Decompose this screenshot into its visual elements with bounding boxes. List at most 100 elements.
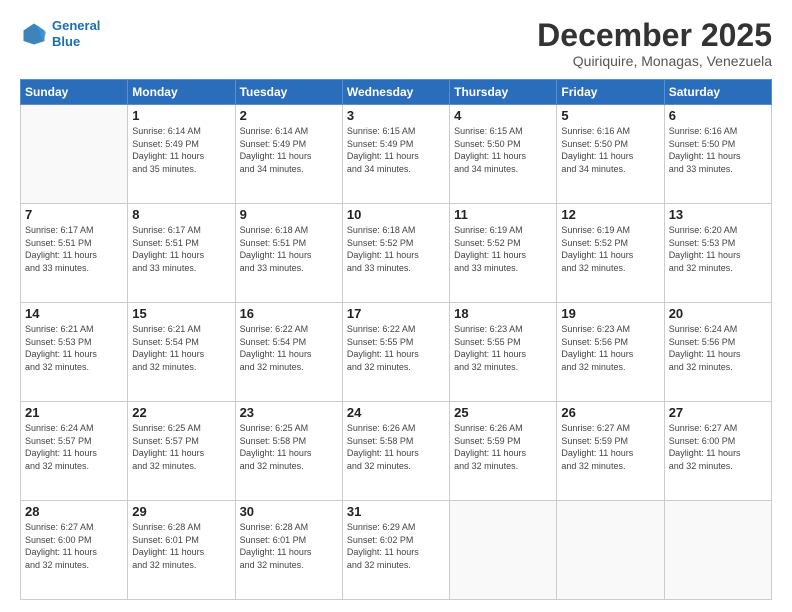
cell-day-number: 28	[25, 504, 123, 519]
cell-day-number: 24	[347, 405, 445, 420]
cell-day-number: 13	[669, 207, 767, 222]
cell-day-number: 20	[669, 306, 767, 321]
calendar-week-1: 1Sunrise: 6:14 AM Sunset: 5:49 PM Daylig…	[21, 105, 772, 204]
logo: General Blue	[20, 18, 100, 49]
calendar-cell: 31 Sunrise: 6:29 AM Sunset: 6:02 PM Dayli…	[342, 501, 449, 600]
cell-day-number: 31	[347, 504, 445, 519]
calendar-cell: 26 Sunrise: 6:27 AM Sunset: 5:59 PM Dayli…	[557, 402, 664, 501]
calendar-cell: 18 Sunrise: 6:23 AM Sunset: 5:55 PM Dayli…	[450, 303, 557, 402]
cell-day-number: 22	[132, 405, 230, 420]
cell-day-number: 25	[454, 405, 552, 420]
cell-day-number: 12	[561, 207, 659, 222]
weekday-header-friday: Friday	[557, 80, 664, 105]
calendar-week-5: 28 Sunrise: 6:27 AM Sunset: 6:00 PM Dayli…	[21, 501, 772, 600]
cell-day-number: 4	[454, 108, 552, 123]
calendar-cell: 10Sunrise: 6:18 AM Sunset: 5:52 PM Dayli…	[342, 204, 449, 303]
calendar-body: 1Sunrise: 6:14 AM Sunset: 5:49 PM Daylig…	[21, 105, 772, 600]
cell-day-number: 30	[240, 504, 338, 519]
cell-day-number: 15	[132, 306, 230, 321]
cell-info: Sunrise: 6:16 AM Sunset: 5:50 PM Dayligh…	[669, 125, 767, 175]
cell-info: Sunrise: 6:21 AM Sunset: 5:54 PM Dayligh…	[132, 323, 230, 373]
cell-info: Sunrise: 6:26 AM Sunset: 5:58 PM Dayligh…	[347, 422, 445, 472]
cell-day-number: 21	[25, 405, 123, 420]
calendar-cell: 16Sunrise: 6:22 AM Sunset: 5:54 PM Dayli…	[235, 303, 342, 402]
calendar-cell	[21, 105, 128, 204]
cell-day-number: 11	[454, 207, 552, 222]
cell-info: Sunrise: 6:15 AM Sunset: 5:49 PM Dayligh…	[347, 125, 445, 175]
cell-info: Sunrise: 6:15 AM Sunset: 5:50 PM Dayligh…	[454, 125, 552, 175]
location: Quiriquire, Monagas, Venezuela	[537, 53, 772, 69]
calendar-header-row: SundayMondayTuesdayWednesdayThursdayFrid…	[21, 80, 772, 105]
cell-day-number: 3	[347, 108, 445, 123]
weekday-header-saturday: Saturday	[664, 80, 771, 105]
calendar-week-2: 7 Sunrise: 6:17 AM Sunset: 5:51 PM Daylig…	[21, 204, 772, 303]
logo-text: General Blue	[52, 18, 100, 49]
weekday-header-wednesday: Wednesday	[342, 80, 449, 105]
calendar-cell: 5Sunrise: 6:16 AM Sunset: 5:50 PM Daylig…	[557, 105, 664, 204]
calendar-cell: 20Sunrise: 6:24 AM Sunset: 5:56 PM Dayli…	[664, 303, 771, 402]
calendar-cell: 7Sunrise: 6:17 AM Sunset: 5:51 PM Daylig…	[21, 204, 128, 303]
calendar-cell: 6Sunrise: 6:16 AM Sunset: 5:50 PM Daylig…	[664, 105, 771, 204]
calendar-cell: 3 Sunrise: 6:15 AM Sunset: 5:49 PM Daylig…	[342, 105, 449, 204]
cell-info: Sunrise: 6:25 AM Sunset: 5:58 PM Dayligh…	[240, 422, 338, 472]
page: General Blue December 2025 Quiriquire, M…	[0, 0, 792, 612]
cell-day-number: 26	[561, 405, 659, 420]
cell-day-number: 8	[132, 207, 230, 222]
cell-day-number: 2	[240, 108, 338, 123]
cell-info: Sunrise: 6:14 AM Sunset: 5:49 PM Dayligh…	[240, 125, 338, 175]
calendar-cell: 21Sunrise: 6:24 AM Sunset: 5:57 PM Dayli…	[21, 402, 128, 501]
calendar-cell: 2 Sunrise: 6:14 AM Sunset: 5:49 PM Daylig…	[235, 105, 342, 204]
cell-day-number: 10	[347, 207, 445, 222]
calendar-cell: 13Sunrise: 6:20 AM Sunset: 5:53 PM Dayli…	[664, 204, 771, 303]
calendar-cell	[557, 501, 664, 600]
logo-icon	[20, 20, 48, 48]
calendar-cell: 9Sunrise: 6:18 AM Sunset: 5:51 PM Daylig…	[235, 204, 342, 303]
cell-info: Sunrise: 6:19 AM Sunset: 5:52 PM Dayligh…	[561, 224, 659, 274]
cell-info: Sunrise: 6:21 AM Sunset: 5:53 PM Dayligh…	[25, 323, 123, 373]
calendar-cell: 25 Sunrise: 6:26 AM Sunset: 5:59 PM Dayli…	[450, 402, 557, 501]
calendar-cell	[664, 501, 771, 600]
calendar-cell: 28 Sunrise: 6:27 AM Sunset: 6:00 PM Dayli…	[21, 501, 128, 600]
calendar-cell: 27 Sunrise: 6:27 AM Sunset: 6:00 PM Dayli…	[664, 402, 771, 501]
cell-day-number: 5	[561, 108, 659, 123]
cell-info: Sunrise: 6:27 AM Sunset: 5:59 PM Dayligh…	[561, 422, 659, 472]
weekday-header-thursday: Thursday	[450, 80, 557, 105]
calendar-cell: 4 Sunrise: 6:15 AM Sunset: 5:50 PM Daylig…	[450, 105, 557, 204]
calendar-table: SundayMondayTuesdayWednesdayThursdayFrid…	[20, 79, 772, 600]
cell-info: Sunrise: 6:19 AM Sunset: 5:52 PM Dayligh…	[454, 224, 552, 274]
cell-day-number: 7	[25, 207, 123, 222]
cell-info: Sunrise: 6:17 AM Sunset: 5:51 PM Dayligh…	[132, 224, 230, 274]
calendar-cell: 8 Sunrise: 6:17 AM Sunset: 5:51 PM Daylig…	[128, 204, 235, 303]
weekday-header-tuesday: Tuesday	[235, 80, 342, 105]
weekday-header-monday: Monday	[128, 80, 235, 105]
calendar-cell: 1Sunrise: 6:14 AM Sunset: 5:49 PM Daylig…	[128, 105, 235, 204]
calendar-week-4: 21Sunrise: 6:24 AM Sunset: 5:57 PM Dayli…	[21, 402, 772, 501]
cell-day-number: 17	[347, 306, 445, 321]
cell-info: Sunrise: 6:27 AM Sunset: 6:00 PM Dayligh…	[25, 521, 123, 571]
calendar-cell	[450, 501, 557, 600]
cell-day-number: 23	[240, 405, 338, 420]
cell-day-number: 16	[240, 306, 338, 321]
calendar-cell: 15 Sunrise: 6:21 AM Sunset: 5:54 PM Dayli…	[128, 303, 235, 402]
cell-info: Sunrise: 6:26 AM Sunset: 5:59 PM Dayligh…	[454, 422, 552, 472]
cell-info: Sunrise: 6:23 AM Sunset: 5:56 PM Dayligh…	[561, 323, 659, 373]
cell-info: Sunrise: 6:25 AM Sunset: 5:57 PM Dayligh…	[132, 422, 230, 472]
calendar-cell: 24 Sunrise: 6:26 AM Sunset: 5:58 PM Dayli…	[342, 402, 449, 501]
calendar-cell: 30 Sunrise: 6:28 AM Sunset: 6:01 PM Dayli…	[235, 501, 342, 600]
cell-info: Sunrise: 6:14 AM Sunset: 5:49 PM Dayligh…	[132, 125, 230, 175]
calendar-cell: 23 Sunrise: 6:25 AM Sunset: 5:58 PM Dayli…	[235, 402, 342, 501]
cell-day-number: 19	[561, 306, 659, 321]
cell-info: Sunrise: 6:22 AM Sunset: 5:55 PM Dayligh…	[347, 323, 445, 373]
calendar-cell: 12 Sunrise: 6:19 AM Sunset: 5:52 PM Dayli…	[557, 204, 664, 303]
cell-day-number: 27	[669, 405, 767, 420]
cell-info: Sunrise: 6:23 AM Sunset: 5:55 PM Dayligh…	[454, 323, 552, 373]
cell-day-number: 18	[454, 306, 552, 321]
cell-info: Sunrise: 6:28 AM Sunset: 6:01 PM Dayligh…	[240, 521, 338, 571]
cell-info: Sunrise: 6:27 AM Sunset: 6:00 PM Dayligh…	[669, 422, 767, 472]
cell-info: Sunrise: 6:29 AM Sunset: 6:02 PM Dayligh…	[347, 521, 445, 571]
title-block: December 2025 Quiriquire, Monagas, Venez…	[537, 18, 772, 69]
calendar-week-3: 14Sunrise: 6:21 AM Sunset: 5:53 PM Dayli…	[21, 303, 772, 402]
calendar-cell: 29 Sunrise: 6:28 AM Sunset: 6:01 PM Dayli…	[128, 501, 235, 600]
cell-day-number: 29	[132, 504, 230, 519]
cell-info: Sunrise: 6:28 AM Sunset: 6:01 PM Dayligh…	[132, 521, 230, 571]
